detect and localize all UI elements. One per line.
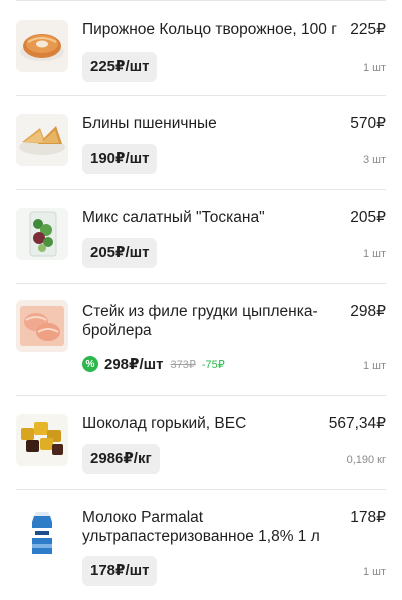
discount-amount: -75₽: [201, 358, 225, 371]
list-item[interactable]: Стейк из филе грудки цыпленка-бройлера 2…: [0, 284, 402, 396]
item-total: 298₽: [350, 303, 386, 320]
product-image-salad-mix: [16, 208, 68, 260]
list-item[interactable]: Блины пшеничные 570₽ 190₽/шт 3 шт: [0, 96, 402, 190]
unit-price-badge: 2986₽/кг: [82, 444, 160, 474]
product-name: Блины пшеничные: [82, 115, 217, 132]
item-quantity: 0,190 кг: [346, 454, 386, 466]
list-item[interactable]: Шоколад горький, ВЕС 567,34₽ 2986₽/кг 0,…: [0, 396, 402, 490]
product-image-dark-chocolate: [16, 414, 68, 466]
list-item[interactable]: Молоко Parmalat ультрапастеризованное 1,…: [0, 490, 402, 600]
item-quantity: 1 шт: [362, 360, 386, 372]
item-quantity: 1 шт: [362, 566, 386, 578]
item-quantity: 1 шт: [362, 248, 386, 260]
unit-price-badge: 178₽/шт: [82, 556, 158, 586]
item-total: 178₽: [350, 509, 386, 526]
list-item[interactable]: Пирожное Кольцо творожное, 100 г 225₽ 22…: [0, 0, 402, 96]
product-name: Шоколад горький, ВЕС: [82, 415, 247, 432]
unit-price-badge: 205₽/шт: [82, 238, 158, 268]
discount-percent-icon: %: [82, 356, 98, 372]
product-name: Пирожное Кольцо творожное, 100 г: [82, 21, 337, 38]
product-image-ring-pastry: [16, 20, 68, 72]
item-quantity: 3 шт: [362, 154, 386, 166]
unit-price-badge: 225₽/шт: [82, 52, 158, 82]
item-total: 205₽: [350, 209, 386, 226]
discounted-unit-price: 298₽/шт: [104, 356, 164, 373]
item-total: 225₽: [350, 21, 386, 38]
product-name: Микс салатный "Тоскана": [82, 209, 265, 226]
product-name: Молоко Parmalat ультрапастеризованное 1,…: [82, 509, 320, 545]
item-total: 570₽: [350, 115, 386, 132]
list-item[interactable]: Микс салатный "Тоскана" 205₽ 205₽/шт 1 ш…: [0, 190, 402, 284]
item-total: 567,34₽: [328, 415, 386, 432]
product-image-chicken-steak: [16, 300, 68, 352]
product-image-milk-carton: [16, 508, 68, 560]
unit-price-badge: 190₽/шт: [82, 144, 158, 174]
item-quantity: 1 шт: [362, 62, 386, 74]
product-image-pancakes: [16, 114, 68, 166]
discount-price-row: % 298₽/шт 373₽ -75₽: [82, 353, 225, 375]
product-name: Стейк из филе грудки цыпленка-бройлера: [82, 303, 318, 339]
original-price: 373₽: [170, 358, 196, 371]
